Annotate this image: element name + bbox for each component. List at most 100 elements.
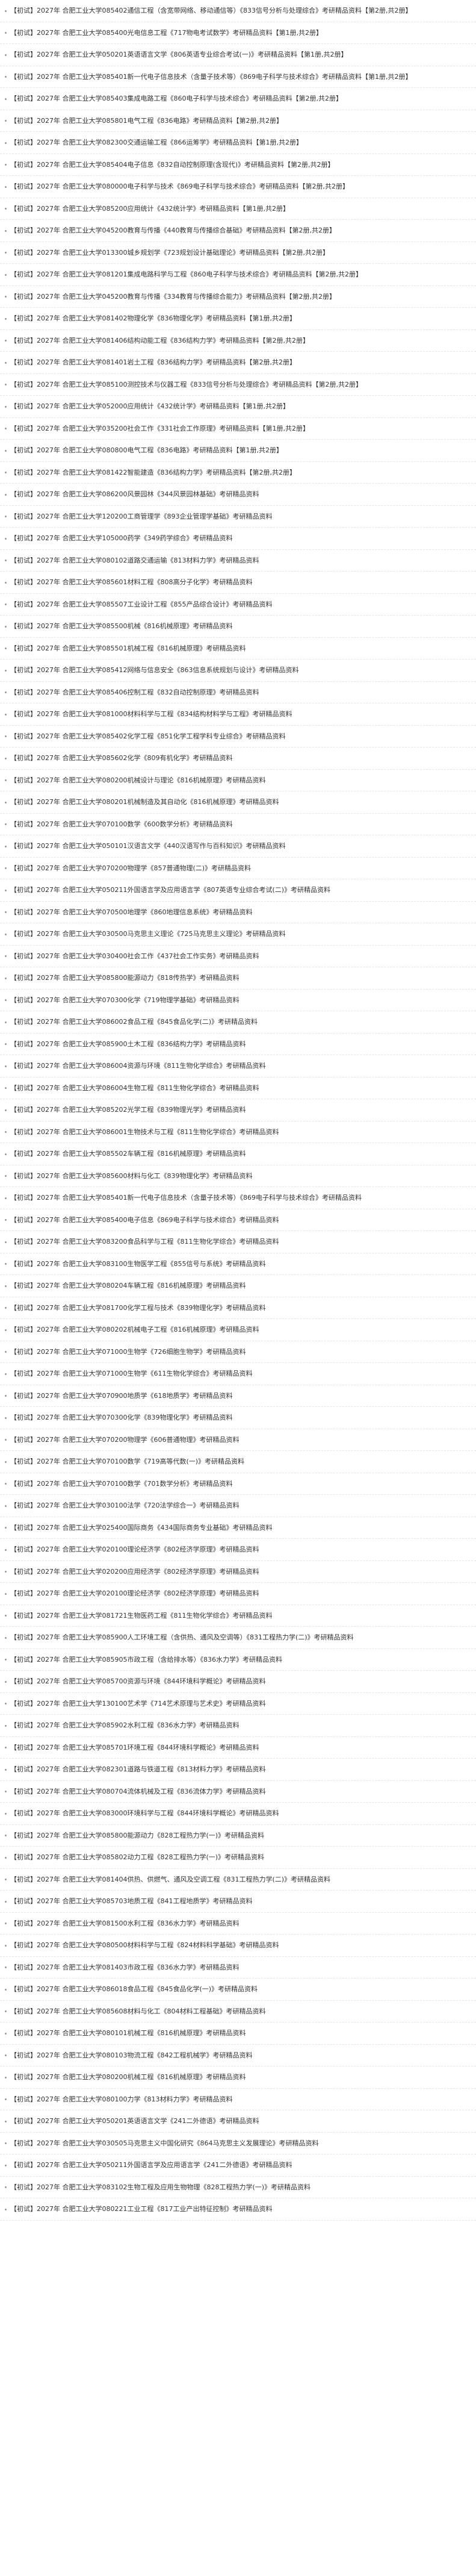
list-item-link[interactable]: 【初试】2027年 合肥工业大学070100数学《719高等代数(一)》考研精品… [10,1458,244,1465]
list-item-link[interactable]: 【初试】2027年 合肥工业大学045200教育与传播《334教育与传播综合能力… [10,293,336,301]
list-item[interactable]: 【初试】2027年 合肥工业大学085800能源动力《818传热学》考研精品资料 [0,967,476,990]
list-item[interactable]: 【初试】2027年 合肥工业大学070100数学《701数学分析》考研精品资料 [0,1473,476,1495]
list-item-link[interactable]: 【初试】2027年 合肥工业大学085403集成电路工程《860电子科学与技术综… [10,95,342,102]
list-item-link[interactable]: 【初试】2027年 合肥工业大学052000应用统计《432统计学》考研精品资料… [10,402,289,410]
list-item-link[interactable]: 【初试】2027年 合肥工业大学081000材料科学与工程《834结构材料学与工… [10,710,292,718]
list-item-link[interactable]: 【初试】2027年 合肥工业大学085406控制工程《832自动控制原理》考研精… [10,688,259,696]
list-item-link[interactable]: 【初试】2027年 合肥工业大学086002食品工程《845食品化学(二)》考研… [10,1018,258,1026]
list-item-link[interactable]: 【初试】2027年 合肥工业大学086004资源与环境《811生物化学综合》考研… [10,1062,265,1070]
list-item[interactable]: 【初试】2027年 合肥工业大学070900地质学《618地质学》考研精品资料 [0,1385,476,1407]
list-item[interactable]: 【初试】2027年 合肥工业大学085600材料与化工《839物理化学》考研精品… [0,1165,476,1187]
list-item[interactable]: 【初试】2027年 合肥工业大学081403市政工程《836水力学》考研精品资料 [0,1957,476,1979]
list-item-link[interactable]: 【初试】2027年 合肥工业大学080102道路交通运输《813材料力学》考研精… [10,557,259,564]
list-item[interactable]: 【初试】2027年 合肥工业大学070300化学《719物理学基础》考研精品资料 [0,990,476,1011]
list-item-link[interactable]: 【初试】2027年 合肥工业大学085800能源动力《828工程热力学(一)》考… [10,1832,264,1839]
list-item-link[interactable]: 【初试】2027年 合肥工业大学085601材料工程《808高分子化学》考研精品… [10,578,252,586]
list-item-link[interactable]: 【初试】2027年 合肥工业大学025400国际商务《434国际商务专业基础》考… [10,1524,272,1532]
list-item[interactable]: 【初试】2027年 合肥工业大学085501机械工程《816机械原理》考研精品资… [0,638,476,660]
list-item-link[interactable]: 【初试】2027年 合肥工业大学050201英语语言文学《241二外德语》考研精… [10,2117,259,2125]
list-item-link[interactable]: 【初试】2027年 合肥工业大学081404供热、供燃气、通风及空调工程《831… [10,1876,330,1883]
list-item[interactable]: 【初试】2027年 合肥工业大学081500水利工程《836水力学》考研精品资料 [0,1913,476,1935]
list-item[interactable]: 【初试】2027年 合肥工业大学085700资源与环境《844环境科学概论》考研… [0,1671,476,1693]
list-item-link[interactable]: 【初试】2027年 合肥工业大学035200社会工作《331社会工作原理》考研精… [10,425,309,432]
list-item[interactable]: 【初试】2027年 合肥工业大学025400国际商务《434国际商务专业基础》考… [0,1517,476,1539]
list-item-link[interactable]: 【初试】2027年 合肥工业大学130100艺术学《714艺术原理与艺术史》考研… [10,1700,265,1707]
list-item[interactable]: 【初试】2027年 合肥工业大学081422智能建造《836结构力学》考研精品资… [0,462,476,484]
list-item[interactable]: 【初试】2027年 合肥工业大学085608材料与化工《804材料工程基础》考研… [0,2001,476,2022]
list-item[interactable]: 【初试】2027年 合肥工业大学085401新一代电子信息技术（含量子技术等）《… [0,66,476,88]
list-item[interactable]: 【初试】2027年 合肥工业大学085701环境工程《844环境科学概论》考研精… [0,1737,476,1759]
list-item[interactable]: 【初试】2027年 合肥工业大学081402物理化学《836物理化学》考研精品资… [0,308,476,330]
list-item[interactable]: 【初试】2027年 合肥工业大学045200教育与传播《440教育与传播综合基础… [0,220,476,242]
list-item[interactable]: 【初试】2027年 合肥工业大学050101汉语言文学《440汉语写作与百科知识… [0,835,476,858]
list-item-link[interactable]: 【初试】2027年 合肥工业大学085404电子信息《832自动控制原理(含现代… [10,161,335,169]
list-item[interactable]: 【初试】2027年 合肥工业大学085402化学工程《851化学工程学科专业综合… [0,726,476,747]
list-item[interactable]: 【初试】2027年 合肥工业大学085905市政工程（含给排水等）《836水力学… [0,1649,476,1671]
list-item-link[interactable]: 【初试】2027年 合肥工业大学085400电子信息《869电子科学与技术综合》… [10,1216,279,1224]
list-item-link[interactable]: 【初试】2027年 合肥工业大学085800能源动力《818传热学》考研精品资料 [10,974,239,982]
list-item[interactable]: 【初试】2027年 合肥工业大学085404电子信息《832自动控制原理(含现代… [0,154,476,176]
list-item[interactable]: 【初试】2027年 合肥工业大学050211外国语言学及应用语言学《241二外德… [0,2154,476,2177]
list-item-link[interactable]: 【初试】2027年 合肥工业大学030500马克思主义理论《725马克思主义理论… [10,930,285,938]
list-item-link[interactable]: 【初试】2027年 合肥工业大学086200风景园林《344风景园林基础》考研精… [10,490,259,498]
list-item-link[interactable]: 【初试】2027年 合肥工业大学070300化学《839物理化学》考研精品资料 [10,1414,232,1421]
list-item[interactable]: 【初试】2027年 合肥工业大学085402通信工程（含宽带网络、移动通信等）《… [0,0,476,22]
list-item-link[interactable]: 【初试】2027年 合肥工业大学045200教育与传播《440教育与传播综合基础… [10,226,336,234]
list-item[interactable]: 【初试】2027年 合肥工业大学050211外国语言学及应用语言学《807英语专… [0,879,476,902]
list-item-link[interactable]: 【初试】2027年 合肥工业大学020100理论经济学《802经济学原理》考研精… [10,1589,259,1597]
list-item[interactable]: 【初试】2027年 合肥工业大学083102生物工程及应用生物物理《828工程热… [0,2177,476,2198]
list-item[interactable]: 【初试】2027年 合肥工业大学080704流体机械及工程《836流体力学》考研… [0,1781,476,1803]
list-item[interactable]: 【初试】2027年 合肥工业大学085703地质工程《841工程地质学》考研精品… [0,1891,476,1913]
list-item-link[interactable]: 【初试】2027年 合肥工业大学080704流体机械及工程《836流体力学》考研… [10,1788,265,1795]
list-item-link[interactable]: 【初试】2027年 合肥工业大学083102生物工程及应用生物物理《828工程热… [10,2183,311,2191]
list-item[interactable]: 【初试】2027年 合肥工业大学080103物流工程《842工程机械学》考研精品… [0,2045,476,2066]
list-item-link[interactable]: 【初试】2027年 合肥工业大学080200机械设计与理论《816机械原理》考研… [10,776,265,784]
list-item-link[interactable]: 【初试】2027年 合肥工业大学080500材料科学与工程《824材料科学基础》… [10,1941,279,1949]
list-item-link[interactable]: 【初试】2027年 合肥工业大学085801电气工程《836电路》考研精品资料【… [10,117,283,125]
list-item[interactable]: 【初试】2027年 合肥工业大学083100生物医学工程《855信号与系统》考研… [0,1253,476,1275]
list-item[interactable]: 【初试】2027年 合肥工业大学083000环境科学与工程《844环境科学概论》… [0,1803,476,1825]
list-item[interactable]: 【初试】2027年 合肥工业大学085401新一代电子信息技术（含量子技术等）《… [0,1187,476,1209]
list-item[interactable]: 【初试】2027年 合肥工业大学085202光学工程《839物理光学》考研精品资… [0,1099,476,1121]
list-item[interactable]: 【初试】2027年 合肥工业大学085900人工环境工程（含供热、通风及空调等）… [0,1627,476,1649]
list-item[interactable]: 【初试】2027年 合肥工业大学080201机械制造及其自动化《816机械原理》… [0,791,476,814]
list-item[interactable]: 【初试】2027年 合肥工业大学085902水利工程《836水力学》考研精品资料 [0,1715,476,1737]
list-item[interactable]: 【初试】2027年 合肥工业大学045200教育与传播《334教育与传播综合能力… [0,286,476,308]
list-item[interactable]: 【初试】2027年 合肥工业大学080500材料科学与工程《824材料科学基础》… [0,1935,476,1957]
list-item[interactable]: 【初试】2027年 合肥工业大学050201英语语言文学《806英语专业综合考试… [0,44,476,66]
list-item-link[interactable]: 【初试】2027年 合肥工业大学085412网络与信息安全《863信息系统规划与… [10,666,298,674]
list-item-link[interactable]: 【初试】2027年 合肥工业大学081721生物医药工程《811生物化学综合》考… [10,1612,272,1620]
list-item[interactable]: 【初试】2027年 合肥工业大学081700化学工程与技术《839物理化学》考研… [0,1297,476,1319]
list-item[interactable]: 【初试】2027年 合肥工业大学070500地理学《860地理信息系统》考研精品… [0,902,476,923]
list-item[interactable]: 【初试】2027年 合肥工业大学030500马克思主义理论《725马克思主义理论… [0,923,476,946]
list-item-link[interactable]: 【初试】2027年 合肥工业大学085602化学《809有机化学》考研精品资料 [10,754,232,762]
list-item[interactable]: 【初试】2027年 合肥工业大学080204车辆工程《816机械原理》考研精品资… [0,1275,476,1297]
list-item-link[interactable]: 【初试】2027年 合肥工业大学085900人工环境工程（含供热、通风及空调等）… [10,1633,354,1641]
list-item-link[interactable]: 【初试】2027年 合肥工业大学082301道路与铁道工程《813材料力学》考研… [10,1765,265,1773]
list-item[interactable]: 【初试】2027年 合肥工业大学085800能源动力《828工程热力学(一)》考… [0,1825,476,1847]
list-item-link[interactable]: 【初试】2027年 合肥工业大学050211外国语言学及应用语言学《241二外德… [10,2161,292,2169]
list-item[interactable]: 【初试】2027年 合肥工业大学080101机械工程《816机械原理》考研精品资… [0,2022,476,2045]
list-item-link[interactable]: 【初试】2027年 合肥工业大学080202机械电子工程《816机械原理》考研精… [10,1326,259,1333]
list-item[interactable]: 【初试】2027年 合肥工业大学085412网络与信息安全《863信息系统规划与… [0,660,476,682]
list-item-link[interactable]: 【初试】2027年 合肥工业大学081500水利工程《836水力学》考研精品资料 [10,1920,239,1927]
list-item-link[interactable]: 【初试】2027年 合肥工业大学071000生物学《726细胞生物学》考研精品资… [10,1348,246,1356]
list-item[interactable]: 【初试】2027年 合肥工业大学085900土木工程《836结构力学》考研精品资… [0,1034,476,1055]
list-item[interactable]: 【初试】2027年 合肥工业大学071000生物学《611生物化学综合》考研精品… [0,1363,476,1385]
list-item-link[interactable]: 【初试】2027年 合肥工业大学085100测控技术与仪器工程《833信号分析与… [10,381,362,388]
list-item-link[interactable]: 【初试】2027年 合肥工业大学070500地理学《860地理信息系统》考研精品… [10,908,252,916]
list-item[interactable]: 【初试】2027年 合肥工业大学020200应用经济学《802经济学原理》考研精… [0,1561,476,1583]
list-item[interactable]: 【初试】2027年 合肥工业大学080200机械设计与理论《816机械原理》考研… [0,770,476,791]
list-item-link[interactable]: 【初试】2027年 合肥工业大学085900土木工程《836结构力学》考研精品资… [10,1040,246,1048]
list-item-link[interactable]: 【初试】2027年 合肥工业大学085700资源与环境《844环境科学概论》考研… [10,1677,265,1685]
list-item[interactable]: 【初试】2027年 合肥工业大学081406结构动能工程《836结构力学》考研精… [0,330,476,352]
list-item[interactable]: 【初试】2027年 合肥工业大学080800电气工程《836电路》考研精品资料【… [0,440,476,462]
list-item-link[interactable]: 【初试】2027年 合肥工业大学083200食品科学与工程《811生物化学综合》… [10,1238,279,1246]
list-item-link[interactable]: 【初试】2027年 合肥工业大学030100法学《720法学综合一》考研精品资料 [10,1502,239,1509]
list-item[interactable]: 【初试】2027年 合肥工业大学085200应用统计《432统计学》考研精品资料… [0,198,476,220]
list-item[interactable]: 【初试】2027年 合肥工业大学086018食品工程《845食品化学(一)》考研… [0,1979,476,2001]
list-item[interactable]: 【初试】2027年 合肥工业大学030505马克思主义中国化研究《864马克思主… [0,2133,476,2154]
list-item-link[interactable]: 【初试】2027年 合肥工业大学082300交通运输工程《866运筹学》考研精品… [10,139,303,146]
list-item-link[interactable]: 【初试】2027年 合肥工业大学085600材料与化工《839物理化学》考研精品… [10,1172,252,1180]
list-item-link[interactable]: 【初试】2027年 合肥工业大学030505马克思主义中国化研究《864马克思主… [10,2139,318,2147]
